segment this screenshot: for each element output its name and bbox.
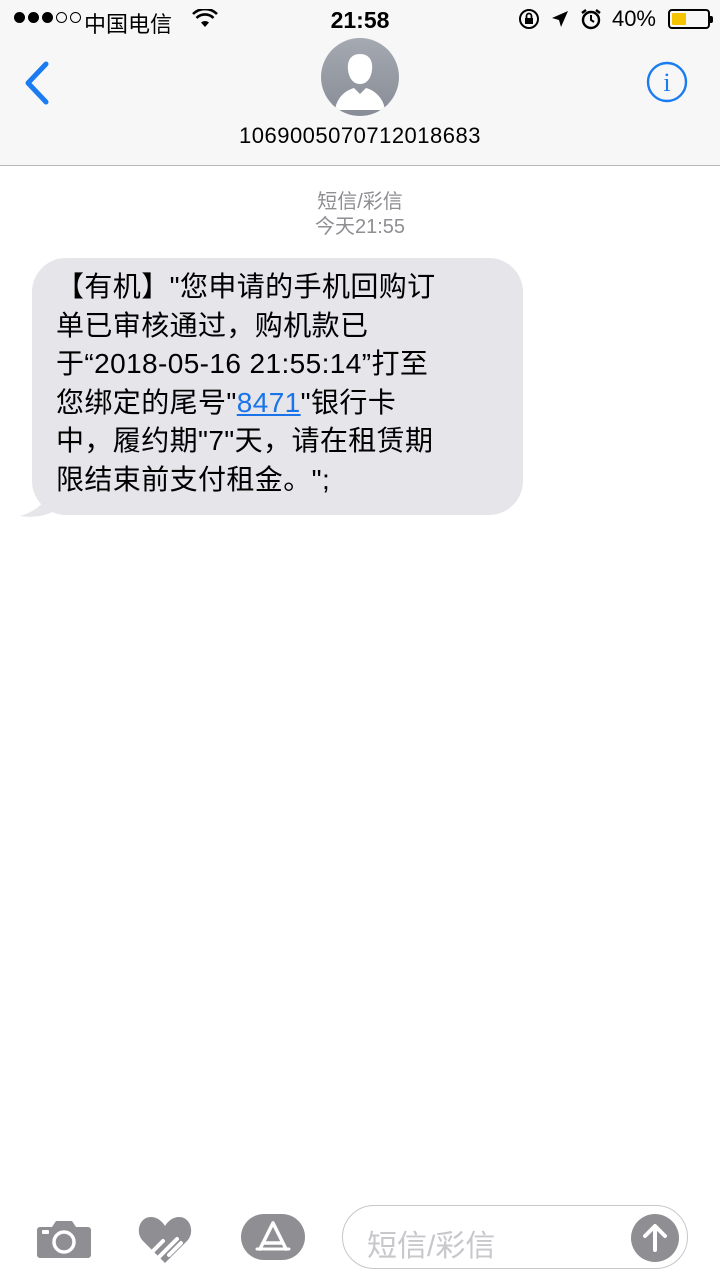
message-line: 于“2018-05-16 21:55:14”打至: [56, 348, 429, 379]
message-line: 【有机】"您申请的手机回购订: [56, 271, 436, 302]
message-timestamp: 今天21:55: [314, 216, 406, 238]
digital-touch-heart-icon: [138, 1217, 192, 1263]
card-number-link[interactable]: 8471: [237, 387, 301, 418]
incoming-message[interactable]: 【有机】"您申请的手机回购订 单已审核通过，购机款已 于“2018-05-16 …: [16, 258, 523, 517]
contact-avatar[interactable]: [321, 38, 399, 116]
status-bar: 中国电信 21:58 40%: [0, 0, 720, 40]
header: 中国电信 21:58 40% 1069005070712018683 i: [0, 0, 720, 166]
app-store-icon: [241, 1214, 305, 1260]
message-text: 您绑定的尾号": [56, 386, 237, 418]
svg-text:i: i: [663, 68, 670, 97]
orientation-lock-icon: [518, 9, 539, 29]
alarm-icon: [581, 9, 601, 30]
message-line: 您绑定的尾号"8471"银行卡: [56, 384, 503, 423]
composer-bar: 短信/彩信: [0, 1195, 720, 1280]
camera-icon: [37, 1221, 91, 1258]
camera-button[interactable]: [36, 1217, 92, 1259]
chevron-left-icon: [25, 61, 49, 105]
info-button[interactable]: i: [646, 61, 688, 103]
send-arrow-up-icon: [643, 1224, 667, 1252]
service-label: 短信/彩信: [317, 191, 403, 213]
info-icon: i: [646, 61, 688, 103]
message-input-placeholder: 短信/彩信: [367, 1230, 496, 1263]
location-arrow-icon: [551, 11, 568, 27]
message-input[interactable]: 短信/彩信: [342, 1205, 688, 1269]
digital-touch-button[interactable]: [137, 1213, 193, 1265]
status-right: 40%: [518, 6, 713, 32]
message-meta: 短信/彩信 今天21:55: [0, 190, 720, 240]
send-button[interactable]: [631, 1214, 679, 1262]
battery-percent: 40%: [611, 6, 656, 31]
back-button[interactable]: [18, 58, 58, 108]
message-text: "银行卡: [300, 386, 397, 418]
app-store-button[interactable]: [240, 1213, 306, 1261]
message-bubble: 【有机】"您申请的手机回购订 单已审核通过，购机款已 于“2018-05-16 …: [32, 258, 523, 515]
battery-icon: [668, 9, 713, 29]
message-line: 限结束前支付租金。";: [56, 463, 331, 495]
message-line: 中，履约期"7"天，请在租赁期: [56, 425, 434, 456]
contact-number[interactable]: 1069005070712018683: [0, 123, 720, 149]
message-line: 单已审核通过，购机款已: [56, 309, 369, 341]
person-avatar-icon: [335, 54, 385, 110]
